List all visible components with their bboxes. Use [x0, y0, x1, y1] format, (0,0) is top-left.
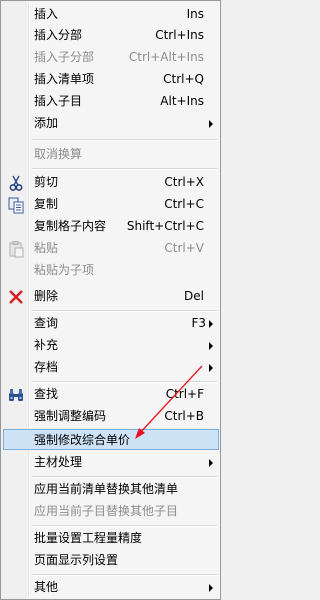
- menu-shortcut: Ctrl+V: [164, 241, 204, 255]
- menu-item-insert-subgroup: 插入子分部 Ctrl+Alt+Ins: [3, 47, 218, 68]
- menu-shortcut: Ctrl+Alt+Ins: [128, 50, 204, 64]
- menu-item-add[interactable]: 添加: [3, 113, 218, 134]
- menu-shortcut: F3: [191, 316, 206, 330]
- submenu-arrow-icon: [209, 584, 213, 592]
- menu-item-supplement[interactable]: 补充: [3, 335, 218, 356]
- menu-item-force-recode[interactable]: 强制调整编码 Ctrl+B: [3, 406, 218, 427]
- menu-item-insert-bill[interactable]: 插入清单项 Ctrl+Q: [3, 69, 218, 90]
- scissors-icon: [7, 174, 25, 192]
- menu-item-main-material[interactable]: 主材处理: [3, 452, 218, 473]
- delete-x-icon: [7, 288, 25, 306]
- menu-label: 粘贴为子项: [34, 263, 95, 277]
- menu-item-force-modify-price[interactable]: 强制修改综合单价: [3, 429, 219, 450]
- menu-shortcut: Ctrl+Q: [163, 72, 204, 86]
- binoculars-icon: [7, 386, 25, 404]
- copy-icon: [7, 196, 25, 214]
- menu-separator: [32, 476, 217, 478]
- menu-item-paste-child: 粘贴为子项: [3, 260, 218, 281]
- menu-label: 批量设置工程量精度: [34, 531, 143, 545]
- menu-label: 存档: [34, 360, 59, 374]
- menu-label: 插入清单项: [34, 72, 95, 86]
- menu-shortcut: Ins: [186, 7, 204, 21]
- menu-separator: [32, 310, 217, 312]
- menu-item-apply-bill[interactable]: 应用当前清单替换其他清单: [3, 479, 218, 500]
- paste-icon: [7, 240, 25, 258]
- submenu-arrow-icon: [209, 120, 213, 128]
- menu-separator: [32, 525, 217, 527]
- menu-label: 插入: [34, 7, 59, 21]
- menu-separator: [32, 381, 217, 383]
- menu-shortcut: Ctrl+F: [165, 387, 204, 401]
- menu-item-insert-child[interactable]: 插入子目 Alt+Ins: [3, 91, 218, 112]
- menu-label: 查找: [34, 387, 59, 401]
- menu-item-copy-cell[interactable]: 复制格子内容 Shift+Ctrl+C: [3, 216, 218, 237]
- menu-item-query[interactable]: 查询 F3: [3, 313, 218, 334]
- menu-shortcut: Ctrl+X: [164, 175, 204, 189]
- menu-item-page-columns[interactable]: 页面显示列设置: [3, 550, 218, 571]
- menu-item-find[interactable]: 查找 Ctrl+F: [3, 384, 218, 405]
- menu-label: 主材处理: [34, 455, 83, 469]
- menu-label: 取消换算: [34, 147, 83, 161]
- submenu-arrow-icon: [209, 459, 213, 467]
- menu-label: 插入子目: [34, 94, 83, 108]
- menu-item-copy[interactable]: 复制 Ctrl+C: [3, 194, 218, 215]
- menu-label: 其他: [34, 580, 59, 594]
- menu-item-cut[interactable]: 剪切 Ctrl+X: [3, 172, 218, 193]
- menu-item-other[interactable]: 其他: [3, 577, 218, 598]
- context-menu: 插入 Ins 插入分部 Ctrl+Ins 插入子分部 Ctrl+Alt+Ins …: [0, 0, 221, 600]
- submenu-arrow-icon: [209, 364, 213, 372]
- menu-label: 插入分部: [34, 28, 83, 42]
- menu-item-insert-group[interactable]: 插入分部 Ctrl+Ins: [3, 25, 218, 46]
- menu-separator: [32, 574, 217, 576]
- menu-label: 添加: [34, 116, 59, 130]
- menu-shortcut: Ctrl+C: [164, 197, 204, 211]
- menu-label: 页面显示列设置: [34, 553, 119, 567]
- menu-item-cancel-convert: 取消换算: [3, 144, 218, 165]
- menu-shortcut: Del: [184, 289, 204, 303]
- menu-shortcut: Alt+Ins: [160, 94, 204, 108]
- menu-item-archive[interactable]: 存档: [3, 357, 218, 378]
- menu-label: 剪切: [34, 175, 59, 189]
- menu-item-insert[interactable]: 插入 Ins: [3, 4, 218, 25]
- menu-separator: [32, 139, 217, 141]
- submenu-arrow-icon: [209, 342, 213, 350]
- menu-label: 强制调整编码: [34, 409, 107, 423]
- menu-label: 复制格子内容: [34, 219, 107, 233]
- menu-label: 粘贴: [34, 241, 59, 255]
- menu-label: 复制: [34, 197, 59, 211]
- menu-label: 强制修改综合单价: [34, 433, 131, 447]
- menu-item-paste: 粘贴 Ctrl+V: [3, 238, 218, 259]
- menu-label: 补充: [34, 338, 59, 352]
- menu-shortcut: Ctrl+B: [164, 409, 204, 423]
- menu-separator: [32, 168, 217, 170]
- submenu-arrow-icon: [209, 320, 213, 328]
- menu-label: 应用当前子目替换其他子目: [34, 504, 179, 518]
- menu-label: 删除: [34, 289, 59, 303]
- menu-item-delete[interactable]: 删除 Del: [3, 286, 218, 307]
- menu-label: 插入子分部: [34, 50, 95, 64]
- menu-item-apply-child: 应用当前子目替换其他子目: [3, 501, 218, 522]
- menu-shortcut: Ctrl+Ins: [155, 28, 204, 42]
- menu-label: 查询: [34, 316, 59, 330]
- menu-item-batch-precision[interactable]: 批量设置工程量精度: [3, 528, 218, 549]
- menu-shortcut: Shift+Ctrl+C: [126, 219, 204, 233]
- menu-label: 应用当前清单替换其他清单: [34, 482, 179, 496]
